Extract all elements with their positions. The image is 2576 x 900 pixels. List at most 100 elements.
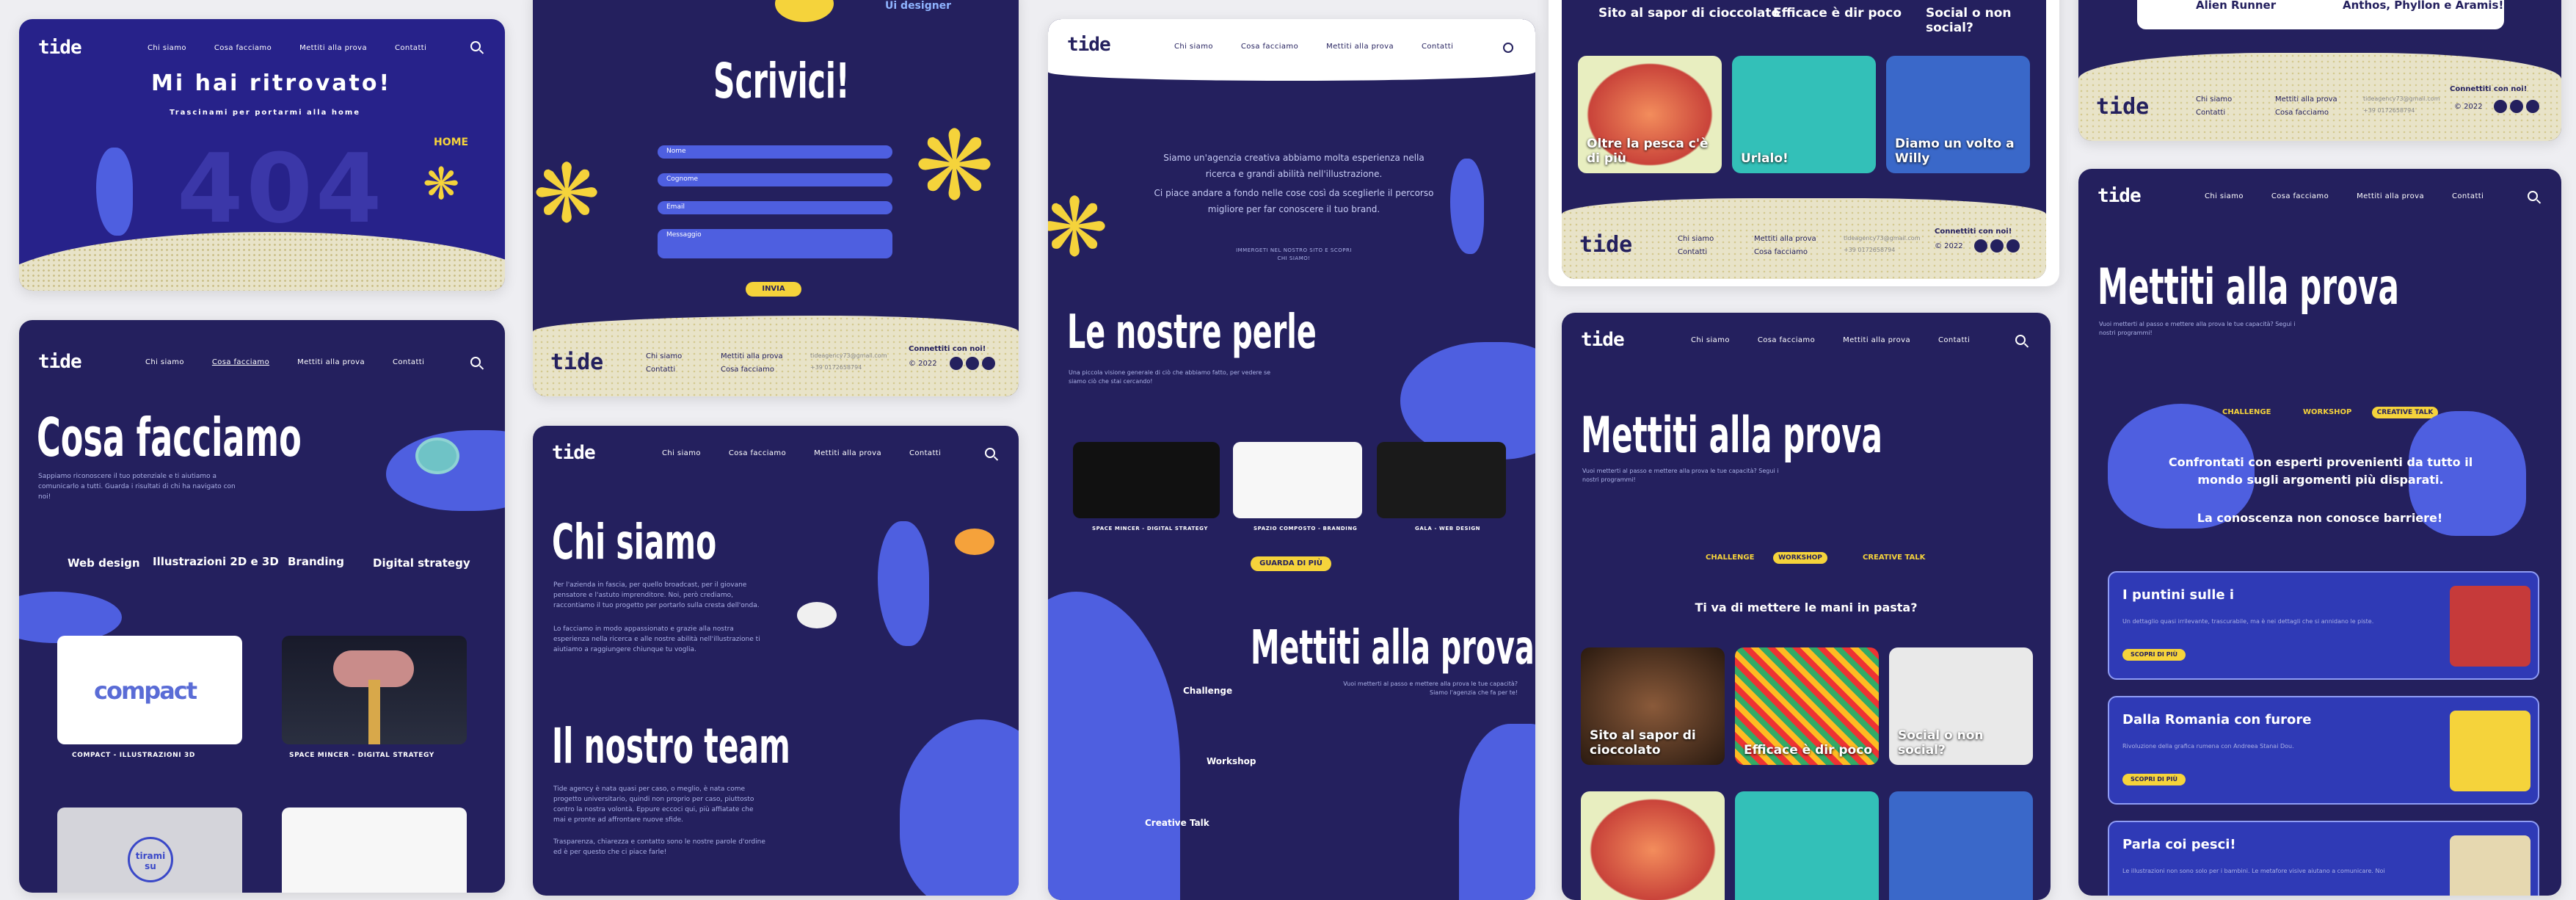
work-card-spacemincer[interactable] bbox=[282, 636, 467, 744]
footer-chi[interactable]: Chi siamo bbox=[1678, 235, 1714, 243]
nav-link-contatti[interactable]: Contatti bbox=[393, 358, 424, 366]
tab-challenge[interactable]: CHALLENGE bbox=[2222, 408, 2271, 416]
footer-prova[interactable]: Mettiti alla prova bbox=[1754, 235, 1816, 243]
nav-link-prova[interactable]: Mettiti alla prova bbox=[1843, 336, 1910, 344]
scopri-button[interactable]: SCOPRI DI PIÙ bbox=[2122, 774, 2186, 785]
scopri-button[interactable]: SCOPRI DI PIÙ bbox=[2122, 649, 2186, 661]
category-illustrazioni[interactable]: Illustrazioni 2D e 3D bbox=[153, 555, 279, 568]
card-willy[interactable]: Diamo un volto a Willy bbox=[1886, 56, 2030, 173]
category-web[interactable]: Web design bbox=[68, 556, 140, 570]
footer-prova[interactable]: Mettiti alla prova bbox=[721, 352, 783, 360]
nav-link-cosa[interactable]: Cosa facciamo bbox=[1241, 43, 1298, 51]
logo[interactable]: tide bbox=[1581, 329, 1625, 351]
card-label[interactable]: Sito al sapor di cioccolato bbox=[1598, 6, 1780, 21]
nav-link-cosa[interactable]: Cosa facciamo bbox=[1758, 336, 1815, 344]
nav-link-prova[interactable]: Mettiti alla prova bbox=[297, 358, 365, 366]
instagram-icon[interactable] bbox=[982, 357, 995, 370]
nav-link-prova[interactable]: Mettiti alla prova bbox=[299, 44, 367, 52]
footer-email[interactable]: tideagency73@gmail.com bbox=[2363, 95, 2440, 102]
nav-link-cosa[interactable]: Cosa facciamo bbox=[2271, 192, 2329, 200]
nav-link-contatti[interactable]: Contatti bbox=[1938, 336, 1970, 344]
card-social[interactable]: Social o non social? bbox=[1889, 647, 2033, 765]
message-field[interactable]: Messaggio bbox=[658, 229, 892, 258]
footer-email[interactable]: tideagency73@gmail.com bbox=[1844, 235, 1921, 242]
footer-contatti[interactable]: Contatti bbox=[646, 366, 675, 374]
tab-challenge[interactable]: CHALLENGE bbox=[1706, 554, 1754, 562]
work-card-spazio[interactable] bbox=[282, 808, 467, 893]
category-digital[interactable]: Digital strategy bbox=[373, 556, 470, 570]
email-field[interactable]: Email bbox=[658, 201, 892, 214]
tab-creativetalk[interactable]: CREATIVE TALK bbox=[1863, 554, 1925, 562]
guarda-button[interactable]: GUARDA DI PIÙ bbox=[1251, 556, 1331, 571]
nav-link-contatti[interactable]: Contatti bbox=[909, 449, 941, 457]
footer-chi[interactable]: Chi siamo bbox=[2196, 95, 2232, 104]
facebook-icon[interactable] bbox=[2494, 100, 2507, 113]
nav-link-chi[interactable]: Chi siamo bbox=[148, 44, 186, 52]
logo[interactable]: tide bbox=[552, 442, 596, 464]
footer-logo[interactable]: tide bbox=[1579, 232, 1632, 258]
item-workshop[interactable]: Workshop bbox=[1207, 756, 1256, 766]
facebook-icon[interactable] bbox=[1974, 239, 1987, 253]
linkedin-icon[interactable] bbox=[966, 357, 979, 370]
footer-logo[interactable]: tide bbox=[2096, 94, 2149, 120]
linkedin-icon[interactable] bbox=[2510, 100, 2523, 113]
search-icon[interactable] bbox=[470, 357, 481, 367]
talk-item[interactable]: Parla coi pesci! Le illustrazioni non so… bbox=[2108, 821, 2539, 896]
work-card-tiramisu[interactable]: tirami su bbox=[57, 808, 242, 893]
nav-link-prova[interactable]: Mettiti alla prova bbox=[1326, 43, 1394, 51]
tab-creativetalk[interactable]: CREATIVE TALK bbox=[2372, 407, 2438, 418]
talk-item[interactable]: Dalla Romania con furore Rivoluzione del… bbox=[2108, 696, 2539, 805]
name-field[interactable]: Nome bbox=[658, 145, 892, 159]
facebook-icon[interactable] bbox=[950, 357, 963, 370]
nav-link-chi[interactable]: Chi siamo bbox=[662, 449, 701, 457]
card-urlalo[interactable]: Urlalo! bbox=[1732, 56, 1876, 173]
card-label[interactable]: Social o non social? bbox=[1926, 6, 2059, 35]
logo[interactable]: tide bbox=[1067, 34, 1111, 56]
linkedin-icon[interactable] bbox=[1990, 239, 2004, 253]
footer-cosa[interactable]: Cosa facciamo bbox=[2275, 109, 2329, 117]
nav-link-prova[interactable]: Mettiti alla prova bbox=[814, 449, 881, 457]
seahorse-icon[interactable] bbox=[96, 148, 133, 236]
card-cioccolato[interactable]: Sito al sapor di cioccolato bbox=[1581, 647, 1725, 765]
nav-link-prova[interactable]: Mettiti alla prova bbox=[2357, 192, 2424, 200]
perla-card-spacemincer[interactable] bbox=[1073, 442, 1220, 518]
nav-link-chi[interactable]: Chi siamo bbox=[145, 358, 184, 366]
talk-item[interactable]: I puntini sulle i Un dettaglio quasi irr… bbox=[2108, 571, 2539, 680]
footer-contatti[interactable]: Contatti bbox=[1678, 248, 1707, 256]
tab-workshop[interactable]: WORKSHOP bbox=[2303, 408, 2351, 416]
logo[interactable]: tide bbox=[38, 351, 82, 373]
nav-link-contatti[interactable]: Contatti bbox=[1422, 43, 1453, 51]
item-creativetalk[interactable]: Creative Talk bbox=[1145, 818, 1209, 828]
logo[interactable]: tide bbox=[2097, 185, 2142, 207]
item-challenge[interactable]: Challenge bbox=[1183, 686, 1232, 696]
footer-prova[interactable]: Mettiti alla prova bbox=[2275, 95, 2337, 104]
send-button[interactable]: INVIA bbox=[746, 282, 801, 297]
tab-workshop[interactable]: WORKSHOP bbox=[1773, 552, 1827, 564]
search-icon[interactable] bbox=[985, 448, 995, 458]
nav-link-cosa[interactable]: Cosa facciamo bbox=[729, 449, 786, 457]
nav-link-contatti[interactable]: Contatti bbox=[395, 44, 426, 52]
category-branding[interactable]: Branding bbox=[288, 555, 344, 568]
footer-email[interactable]: tideagency73@gmail.com bbox=[810, 352, 887, 359]
card-pesca[interactable]: Oltre la pesca c'è di più bbox=[1578, 56, 1722, 173]
search-icon[interactable] bbox=[2528, 191, 2538, 201]
nav-link-chi[interactable]: Chi siamo bbox=[1691, 336, 1730, 344]
logo[interactable]: tide bbox=[38, 37, 82, 59]
footer-cosa[interactable]: Cosa facciamo bbox=[1754, 248, 1808, 256]
surname-field[interactable]: Cognome bbox=[658, 173, 892, 186]
nav-link-contatti[interactable]: Contatti bbox=[2452, 192, 2484, 200]
card-label[interactable]: Efficace è dir poco bbox=[1773, 6, 1902, 21]
nav-link-cosa[interactable]: Cosa facciamo bbox=[214, 44, 272, 52]
footer-chi[interactable]: Chi siamo bbox=[646, 352, 682, 360]
instagram-icon[interactable] bbox=[2526, 100, 2539, 113]
nav-link-cosa[interactable]: Cosa facciamo bbox=[212, 358, 269, 366]
nav-link-chi[interactable]: Chi siamo bbox=[2205, 192, 2244, 200]
search-icon[interactable] bbox=[2015, 335, 2026, 345]
search-icon[interactable] bbox=[470, 41, 481, 51]
perla-card-spazio[interactable] bbox=[1233, 442, 1362, 518]
nav-link-chi[interactable]: Chi siamo bbox=[1174, 43, 1213, 51]
search-icon[interactable] bbox=[1503, 43, 1513, 53]
work-card-compact[interactable]: compact bbox=[57, 636, 242, 744]
instagram-icon[interactable] bbox=[2006, 239, 2020, 253]
footer-cosa[interactable]: Cosa facciamo bbox=[721, 366, 774, 374]
